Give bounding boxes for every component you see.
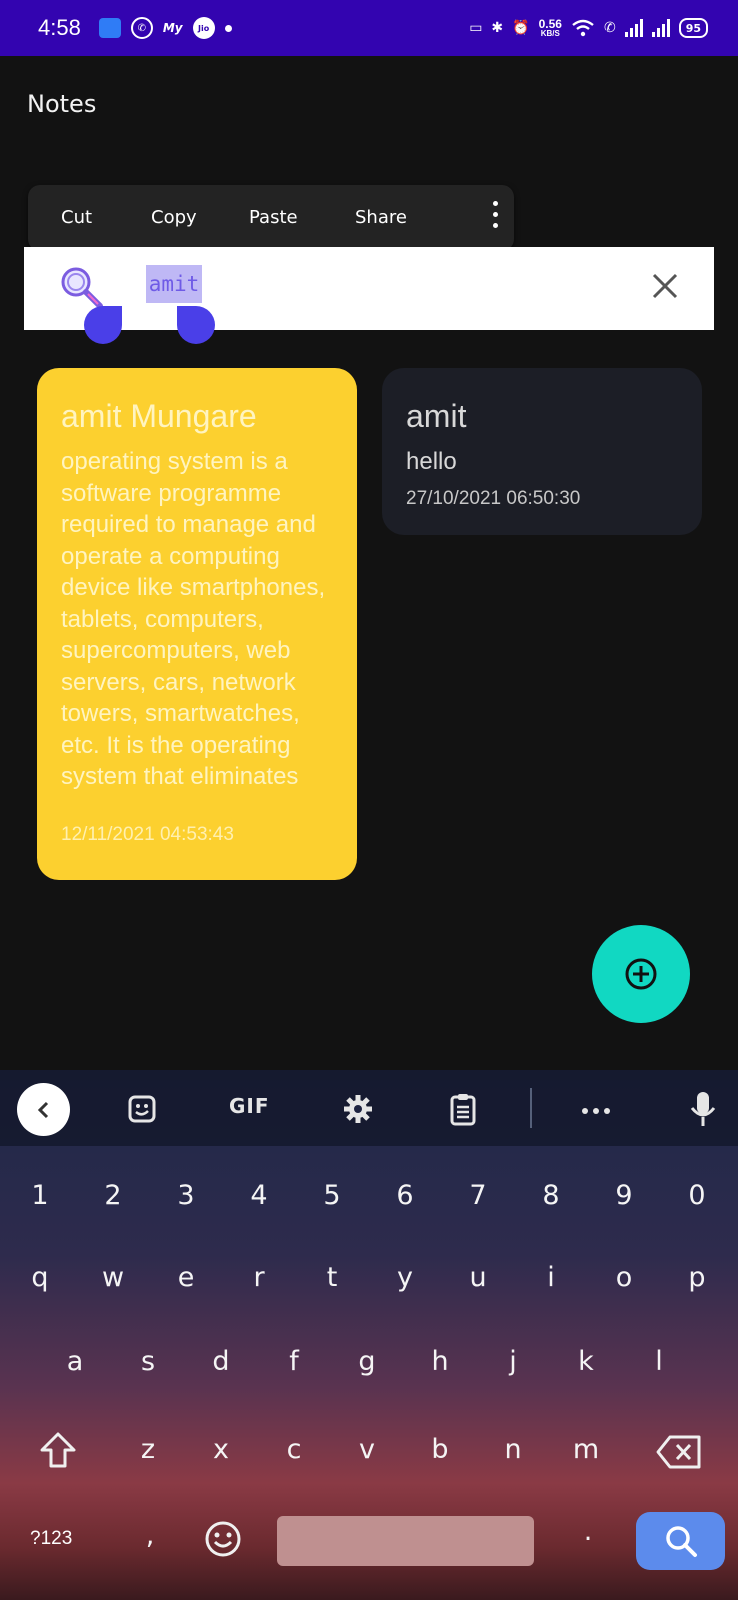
bluetooth-icon: ✱ [491,20,504,36]
space-key[interactable] [277,1516,534,1566]
system-icons: ▭ ✱ ⏰ 0.56 KB/S ✆ 95 [469,18,708,38]
key-z[interactable]: z [118,1434,178,1465]
selection-end-handle[interactable] [177,306,215,344]
clipboard-icon[interactable] [449,1092,477,1126]
status-bar: 4:58 ✆ My Jio ▭ ✱ ⏰ 0.56 KB/S ✆ 95 [0,0,738,56]
settings-gear-icon[interactable] [342,1093,374,1125]
key-0[interactable]: 0 [667,1180,727,1211]
microphone-icon[interactable] [690,1090,716,1128]
jio-icon: Jio [192,17,215,39]
more-options-icon[interactable] [493,201,498,228]
note-date: 12/11/2021 04:53:43 [61,824,234,845]
keyboard-toolbar: GIF [0,1070,738,1146]
key-6[interactable]: 6 [375,1180,435,1211]
key-t[interactable]: t [302,1262,362,1293]
comma-key[interactable]: , [120,1520,180,1551]
search-enter-key[interactable] [636,1512,725,1570]
add-circle-icon [625,958,657,990]
key-7[interactable]: 7 [448,1180,508,1211]
copy-menu-item[interactable]: Copy [151,207,197,228]
key-i[interactable]: i [521,1262,581,1293]
shift-key-icon[interactable] [38,1430,78,1470]
alarm-icon: ⏰ [512,20,530,36]
key-v[interactable]: v [337,1434,397,1465]
status-time: 4:58 [38,15,81,40]
paste-menu-item[interactable]: Paste [249,207,298,228]
signal-1-icon [624,19,643,37]
search-input[interactable]: amit [146,265,202,303]
note-date: 27/10/2021 06:50:30 [406,487,581,509]
key-k[interactable]: k [556,1346,616,1377]
key-j[interactable]: j [483,1346,543,1377]
gif-button[interactable]: GIF [229,1094,270,1118]
key-q[interactable]: q [10,1262,70,1293]
key-3[interactable]: 3 [156,1180,216,1211]
clear-search-icon[interactable] [650,271,680,301]
key-s[interactable]: s [118,1346,178,1377]
key-a[interactable]: a [45,1346,105,1377]
key-y[interactable]: y [375,1262,435,1293]
backspace-key-icon[interactable] [656,1434,702,1470]
toolbar-divider [530,1088,532,1128]
chevron-left-icon [37,1101,48,1118]
key-p[interactable]: p [667,1262,727,1293]
search-bar[interactable]: amit [24,247,714,330]
network-speed: 0.56 KB/S [538,17,562,38]
note-card[interactable]: amit hello 27/10/2021 06:50:30 [382,368,702,535]
volte-call-icon: ✆ [603,20,616,36]
key-f[interactable]: f [264,1346,324,1377]
page-title: Notes [27,90,97,118]
key-l[interactable]: l [629,1346,689,1377]
key-9[interactable]: 9 [594,1180,654,1211]
notification-icons: ✆ My Jio [98,17,232,39]
key-1[interactable]: 1 [10,1180,70,1211]
search-icon [665,1526,697,1557]
myjio-icon: My [162,21,183,35]
symbols-key[interactable]: ?123 [30,1528,72,1550]
key-w[interactable]: w [83,1262,143,1293]
selection-start-handle[interactable] [84,306,122,344]
text-selection-menu: Cut Copy Paste Share [28,185,514,251]
key-8[interactable]: 8 [521,1180,581,1211]
note-body: hello [406,448,457,475]
key-h[interactable]: h [410,1346,470,1377]
key-x[interactable]: x [191,1434,251,1465]
key-5[interactable]: 5 [302,1180,362,1211]
emoji-key-icon[interactable] [204,1520,242,1558]
key-d[interactable]: d [191,1346,251,1377]
key-e[interactable]: e [156,1262,216,1293]
key-r[interactable]: r [229,1262,289,1293]
signal-2-icon [651,19,670,37]
key-g[interactable]: g [337,1346,397,1377]
android-app-icon [98,18,121,38]
key-n[interactable]: n [483,1434,543,1465]
share-menu-item[interactable]: Share [355,207,407,228]
key-u[interactable]: u [448,1262,508,1293]
note-card[interactable]: amit Mungare operating system is a softw… [37,368,357,880]
wifi-icon [571,19,595,37]
cast-icon: ▭ [469,20,483,36]
sticker-icon[interactable] [127,1094,157,1124]
key-o[interactable]: o [594,1262,654,1293]
key-b[interactable]: b [410,1434,470,1465]
key-m[interactable]: m [556,1434,616,1465]
period-key[interactable]: . [558,1516,618,1547]
key-2[interactable]: 2 [83,1180,143,1211]
key-c[interactable]: c [264,1434,324,1465]
battery-indicator: 95 [678,18,708,38]
whatsapp-icon: ✆ [130,17,153,39]
key-4[interactable]: 4 [229,1180,289,1211]
more-icon[interactable] [582,1108,610,1114]
add-note-button[interactable] [592,925,690,1023]
toolbar-collapse-button[interactable] [17,1083,70,1136]
note-body: operating system is a software programme… [61,448,326,790]
more-notifications-dot-icon [224,24,232,32]
cut-menu-item[interactable]: Cut [61,207,92,228]
note-title: amit Mungare [61,398,257,434]
search-icon [61,267,103,309]
note-title: amit [406,398,467,434]
